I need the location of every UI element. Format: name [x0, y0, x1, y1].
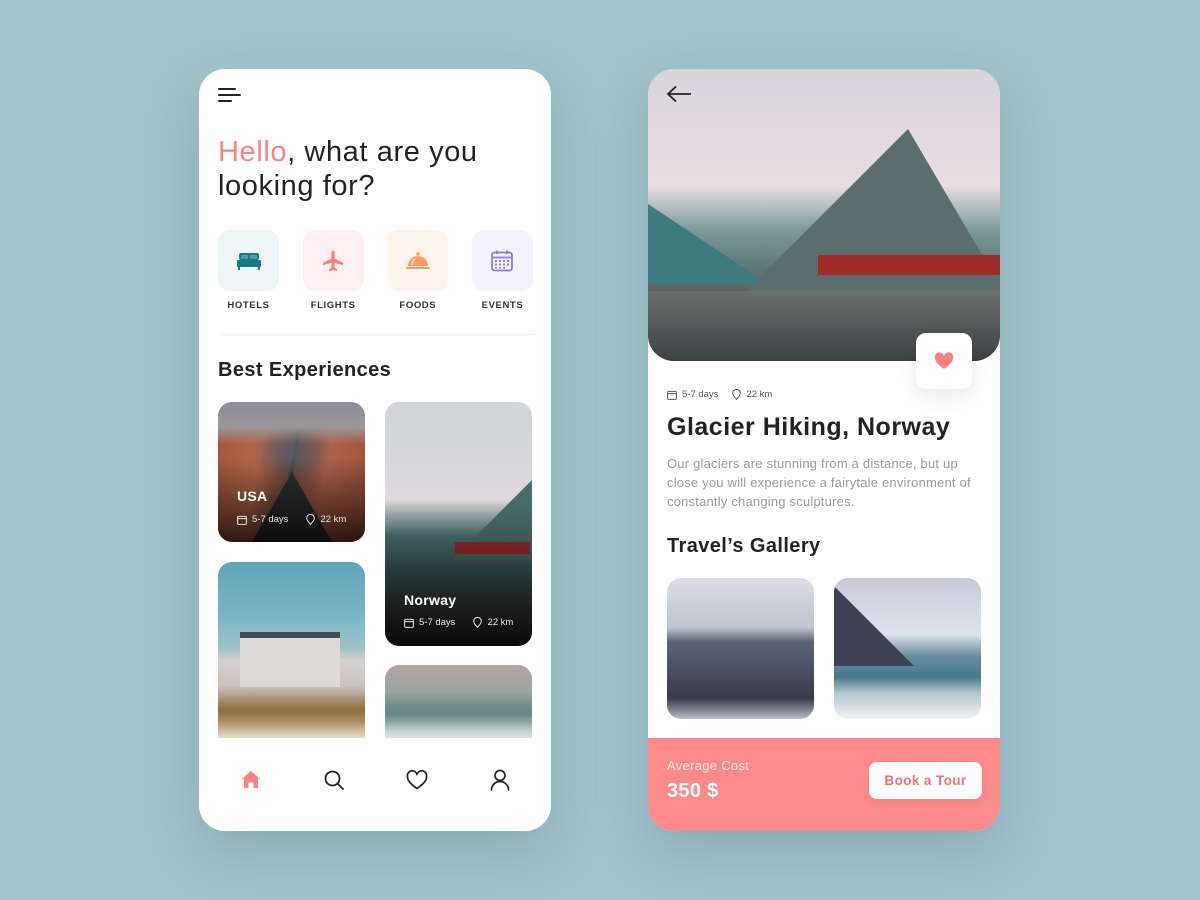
hamburger-menu-icon[interactable]: [218, 88, 242, 104]
distance-text: 22 km: [746, 389, 773, 400]
location-pin-icon: [306, 514, 316, 525]
duration-text: 5-7 days: [682, 389, 719, 400]
experience-card-usa[interactable]: USA 5-7 days 22 km: [218, 402, 365, 542]
category-hotels[interactable]: HOTELS: [218, 230, 279, 311]
calendar-icon: [667, 390, 677, 400]
gallery-title: Travel’s Gallery: [667, 535, 821, 557]
detail-screen: 5-7 days 22 km Glacier Hiking, Norway Ou…: [648, 69, 1000, 831]
category-label: HOTELS: [227, 300, 270, 311]
category-label: EVENTS: [481, 300, 524, 311]
search-icon: [324, 770, 344, 790]
nav-favorites[interactable]: [397, 760, 437, 800]
category-label: FLIGHTS: [310, 300, 356, 311]
booking-bar: Average Cost 350 $ Book a Tour: [648, 738, 1000, 831]
location-pin-icon: [473, 617, 483, 628]
card-title: Norway: [404, 592, 457, 608]
category-list: HOTELS FLIGHTS FOODS EVENTS: [218, 230, 533, 311]
category-foods-tile: [387, 230, 449, 291]
arrow-left-icon: [666, 85, 691, 103]
user-icon: [490, 769, 509, 791]
nav-home[interactable]: [231, 760, 271, 800]
heart-icon: [934, 352, 954, 369]
card-image: [240, 632, 340, 687]
bottom-nav: [199, 738, 551, 831]
home-icon: [241, 771, 260, 788]
category-hotels-tile: [218, 230, 279, 291]
nav-profile[interactable]: [480, 760, 520, 800]
distance: 22 km: [473, 617, 513, 628]
duration: 5-7 days: [237, 514, 288, 525]
gallery-image[interactable]: [667, 578, 814, 719]
card-meta: 5-7 days 22 km: [237, 514, 351, 525]
card-title: USA: [237, 488, 268, 504]
category-flights-tile: [302, 230, 364, 291]
tour-title: Glacier Hiking, Norway: [667, 413, 951, 441]
gallery-image[interactable]: [834, 578, 981, 719]
calendar-icon: [237, 515, 247, 525]
category-events-tile: [471, 230, 533, 291]
distance: 22 km: [306, 514, 346, 525]
duration-text: 5-7 days: [419, 617, 456, 628]
duration-text: 5-7 days: [252, 514, 289, 525]
favorite-button[interactable]: [916, 333, 972, 389]
calendar-icon: [404, 618, 414, 628]
greeting-heading: Hello, what are you looking for?: [218, 135, 518, 203]
category-foods[interactable]: FOODS: [387, 230, 449, 311]
gallery-image-detail: [834, 586, 914, 666]
calendar-icon: [491, 250, 514, 271]
location-pin-icon: [732, 389, 742, 400]
experience-card-norway[interactable]: Norway 5-7 days 22 km: [385, 402, 532, 646]
card-meta: 5-7 days 22 km: [404, 617, 518, 628]
average-cost-label: Average Cost: [667, 758, 750, 773]
hero-image-detail: [818, 255, 1000, 275]
food-cloche-icon: [405, 251, 430, 269]
tour-description: Our glaciers are stunning from a distanc…: [667, 456, 971, 509]
duration: 5-7 days: [667, 389, 718, 400]
best-experiences-title: Best Experiences: [218, 359, 392, 381]
experience-card-castle[interactable]: [218, 562, 365, 752]
home-screen: Hello, what are you looking for? HOTELS: [199, 69, 551, 831]
airplane-icon: [323, 250, 344, 271]
bed-icon: [236, 252, 261, 270]
category-events[interactable]: EVENTS: [471, 230, 533, 311]
duration: 5-7 days: [404, 617, 455, 628]
distance-text: 22 km: [487, 617, 514, 628]
greeting-accent: Hello: [218, 136, 288, 168]
nav-search[interactable]: [314, 760, 354, 800]
hero-image: [648, 69, 1000, 361]
heart-icon: [406, 769, 427, 789]
book-tour-button[interactable]: Book a Tour: [869, 762, 982, 799]
category-label: FOODS: [399, 300, 437, 311]
category-flights[interactable]: FLIGHTS: [302, 230, 364, 311]
distance: 22 km: [732, 389, 772, 400]
distance-text: 22 km: [320, 514, 347, 525]
divider: [218, 334, 533, 335]
back-button[interactable]: [666, 85, 694, 107]
tour-meta: 5-7 days 22 km: [667, 389, 772, 400]
average-cost-value: 350 $: [667, 780, 719, 802]
